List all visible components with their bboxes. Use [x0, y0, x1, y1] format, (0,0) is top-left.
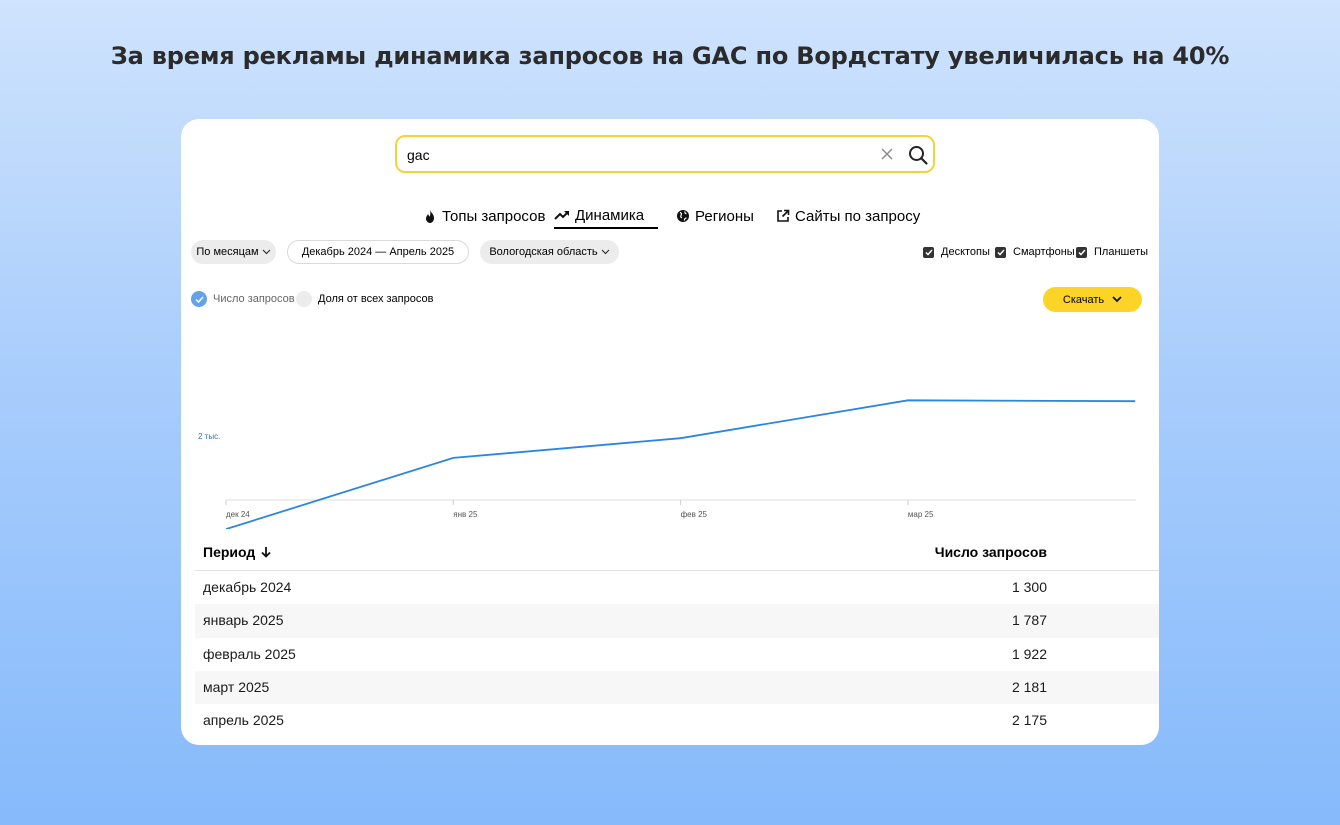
download-label: Скачать — [1062, 293, 1105, 306]
trend-icon — [554, 211, 569, 220]
x-tick-label: дек 24 — [226, 510, 250, 519]
grouping-select[interactable]: По месяцам — [191, 240, 276, 264]
chevron-down-icon — [1112, 296, 1122, 303]
cell-period: январь 2025 — [203, 612, 284, 629]
grouping-value: По месяцам — [196, 246, 259, 258]
page-headline: За время рекламы динамика запросов на GA… — [110, 42, 1230, 70]
cell-period: апрель 2025 — [203, 712, 284, 729]
table-row: февраль 2025 1 922 — [195, 638, 1159, 671]
globe-icon — [677, 210, 689, 222]
tab-label: Регионы — [695, 207, 754, 225]
close-icon[interactable] — [879, 146, 895, 162]
tab-sites[interactable]: Сайты по запросу — [776, 205, 920, 227]
checkbox-checked-icon[interactable] — [995, 246, 1006, 258]
radio-unselected-icon[interactable] — [296, 291, 312, 307]
chevron-down-icon — [262, 249, 271, 255]
search-icon[interactable] — [907, 144, 929, 166]
region-value: Вологодская область — [489, 246, 598, 258]
column-header-label: Период — [203, 544, 256, 560]
tab-label: Динамика — [575, 206, 645, 224]
checkbox-checked-icon[interactable] — [1076, 246, 1087, 258]
table-row: март 2025 2 181 — [195, 670, 1159, 705]
cell-count: 2 175 — [1011, 712, 1047, 729]
device-checkbox-tablet[interactable]: Планшеты — [1076, 246, 1148, 258]
checkbox-label: Смартфоны — [1013, 246, 1075, 258]
external-link-icon — [777, 209, 790, 222]
x-tick-label: янв 25 — [453, 510, 478, 519]
tab-top-queries[interactable]: Топы запросов — [423, 205, 545, 227]
tab-dynamics[interactable]: Динамика — [554, 205, 658, 229]
y-tick-label: 2 тыс. — [198, 432, 220, 441]
cell-period: февраль 2025 — [203, 645, 296, 662]
column-header-period[interactable]: Период — [203, 544, 272, 560]
checkbox-label: Планшеты — [1094, 246, 1149, 258]
table-row: апрель 2025 2 175 — [195, 704, 1159, 737]
metric-option-count[interactable]: Число запросов — [191, 291, 295, 307]
radio-label: Доля от всех запросов — [318, 293, 434, 305]
cell-count: 1 922 — [1011, 645, 1047, 662]
x-tick-label: фев 25 — [681, 510, 708, 519]
tab-label: Сайты по запросу — [795, 207, 921, 225]
arrow-down-icon — [261, 547, 271, 558]
region-select[interactable]: Вологодская область — [480, 240, 619, 264]
device-checkbox-smartphone[interactable]: Смартфоны — [995, 246, 1075, 258]
device-checkbox-desktop[interactable]: Десктопы — [923, 246, 990, 258]
column-header-count[interactable]: Число запросов — [935, 544, 1047, 560]
metric-option-share[interactable]: Доля от всех запросов — [296, 291, 433, 307]
period-picker[interactable]: Декабрь 2024 — Апрель 2025 — [287, 240, 469, 264]
table-header: Период Число запросов — [195, 536, 1159, 571]
cell-period: март 2025 — [203, 678, 270, 695]
radio-label: Число запросов — [213, 293, 295, 305]
tab-label: Топы запросов — [442, 207, 546, 225]
checkbox-label: Десктопы — [941, 246, 990, 258]
search-input[interactable]: gac — [407, 147, 430, 163]
column-header-label: Число запросов — [934, 544, 1047, 560]
table-row: декабрь 2024 1 300 — [195, 571, 1159, 604]
tab-regions[interactable]: Регионы — [676, 205, 754, 227]
radio-selected-icon[interactable] — [191, 291, 207, 307]
results-table: Период Число запросов декабрь 2024 1 300… — [195, 536, 1159, 737]
cell-count: 2 181 — [1011, 678, 1047, 695]
dynamics-chart: дек 24янв 25фев 25мар 251 тыс.2 тыс. — [198, 399, 1136, 529]
period-value: Декабрь 2024 — Апрель 2025 — [301, 246, 455, 258]
cell-count: 1 787 — [1011, 612, 1047, 629]
cell-count: 1 300 — [1011, 579, 1047, 595]
cell-period: декабрь 2024 — [203, 579, 292, 595]
wordstat-panel: gac Топы запросов Динамика Регионы Сайты… — [181, 119, 1159, 745]
download-button[interactable]: Скачать — [1043, 287, 1142, 312]
x-tick-label: мар 25 — [908, 510, 934, 519]
chevron-down-icon — [601, 249, 610, 255]
search-box[interactable]: gac — [395, 135, 935, 173]
table-row: январь 2025 1 787 — [195, 604, 1159, 638]
checkbox-checked-icon[interactable] — [923, 246, 934, 258]
fire-icon — [426, 209, 434, 223]
tab-bar: Топы запросов Динамика Регионы Сайты по … — [181, 205, 1159, 229]
